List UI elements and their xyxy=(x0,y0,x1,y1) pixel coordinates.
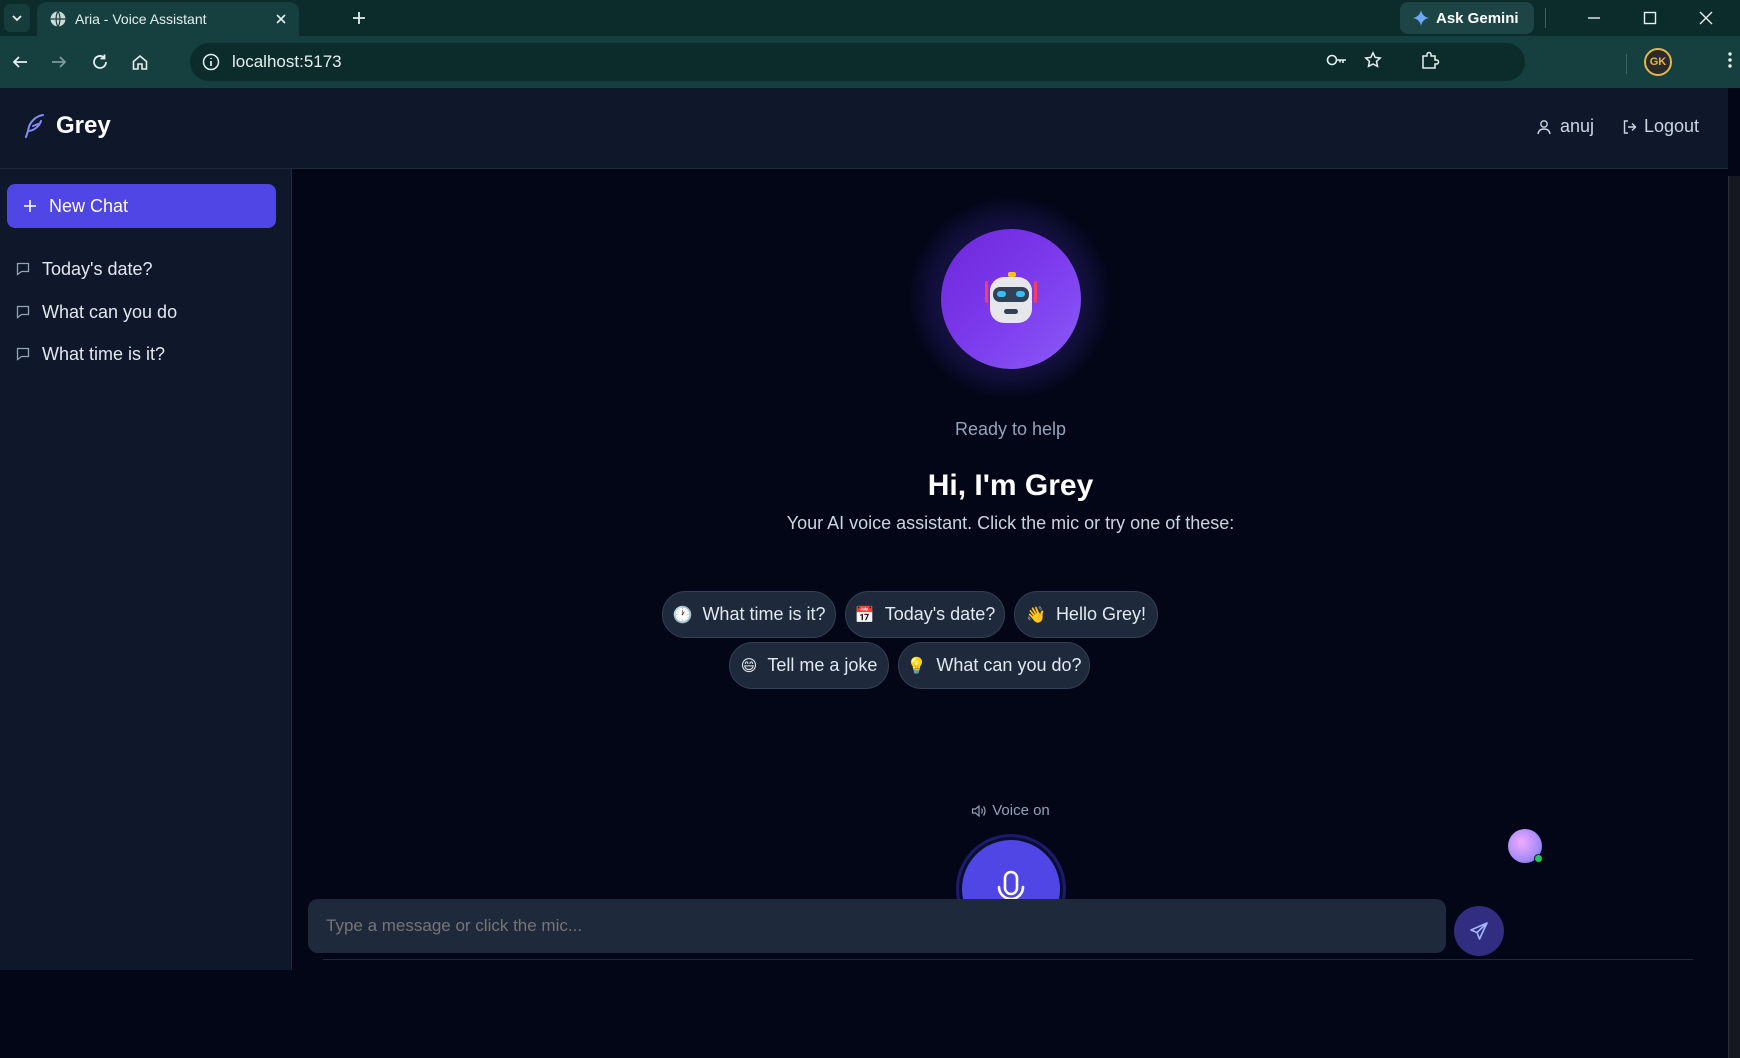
user-icon xyxy=(1537,119,1551,134)
chevron-down-icon xyxy=(12,15,22,22)
history-label: Today's date? xyxy=(42,258,153,279)
app-header: Grey anuj Logout xyxy=(0,88,1728,169)
reload-icon xyxy=(93,54,107,69)
suggestion-chip[interactable]: 💡 What can you do? xyxy=(898,642,1090,689)
feather-pen-icon xyxy=(25,114,44,138)
url-text: localhost:5173 xyxy=(232,52,342,71)
window-close-button[interactable] xyxy=(1678,0,1734,36)
sidebar-history-item[interactable]: What can you do xyxy=(16,295,276,329)
forward-button[interactable] xyxy=(45,48,73,76)
browser-menu-button[interactable] xyxy=(1716,46,1740,74)
app-root: Grey anuj Logout New Chat Today's date? … xyxy=(0,88,1740,1058)
tab-close-button[interactable] xyxy=(269,7,293,31)
maximize-button[interactable] xyxy=(1622,0,1678,36)
toolbar-divider xyxy=(1626,54,1627,74)
speaker-icon xyxy=(972,804,986,817)
greeting-heading: Hi, I'm Grey xyxy=(927,469,1094,502)
site-info-icon xyxy=(202,53,220,71)
ask-gemini-label: Ask Gemini xyxy=(1436,9,1519,27)
assistant-avatar xyxy=(941,229,1081,369)
puzzle-icon xyxy=(1422,51,1440,69)
robot-icon xyxy=(985,272,1037,323)
password-manager-button[interactable] xyxy=(1323,46,1351,74)
clock-icon: 🕐 xyxy=(672,606,693,624)
plus-icon xyxy=(353,12,365,24)
suggestion-label: Today's date? xyxy=(884,604,996,624)
brand-name: Grey xyxy=(56,112,111,139)
send-icon xyxy=(1470,922,1488,940)
lightbulb-icon: 💡 xyxy=(906,657,927,675)
minimize-button[interactable] xyxy=(1566,0,1622,36)
suggestion-chip[interactable]: 👋 Hello Grey! xyxy=(1014,591,1158,638)
home-icon xyxy=(132,54,148,70)
arrow-right-icon xyxy=(52,56,67,68)
key-icon xyxy=(1326,54,1346,66)
home-button[interactable] xyxy=(126,48,154,76)
extensions-button[interactable] xyxy=(1416,46,1444,74)
sidebar: New Chat Today's date? What can you do W… xyxy=(0,169,292,970)
profile-avatar[interactable]: GK xyxy=(1644,48,1672,76)
new-tab-button[interactable] xyxy=(346,5,372,31)
suggestion-label: What can you do? xyxy=(936,655,1082,675)
reload-button[interactable] xyxy=(86,48,114,76)
arrow-left-icon xyxy=(12,56,27,68)
plus-icon xyxy=(24,200,36,212)
smiley-icon: 😄 xyxy=(740,657,758,675)
back-button[interactable] xyxy=(6,48,34,76)
chat-bubble-icon xyxy=(16,305,30,319)
tab-title: Aria - Voice Assistant xyxy=(75,11,207,27)
calendar-icon: 📅 xyxy=(854,606,875,624)
history-label: What time is it? xyxy=(42,343,166,364)
suggestion-label: Tell me a joke xyxy=(767,655,878,675)
message-input-field[interactable] xyxy=(326,916,1446,936)
floating-assistant-avatar[interactable] xyxy=(1508,829,1543,863)
online-status-dot xyxy=(1534,854,1543,863)
voice-toggle[interactable]: Voice on xyxy=(293,802,1728,819)
browser-side-panel-edge xyxy=(1728,176,1740,1058)
globe-icon xyxy=(50,11,66,27)
username: anuj xyxy=(1560,116,1595,136)
minimize-icon xyxy=(1588,17,1600,19)
browser-tab-strip: Aria - Voice Assistant Ask Gemini xyxy=(0,0,1740,36)
sidebar-history-item[interactable]: Today's date? xyxy=(16,252,276,286)
voice-label: Voice on xyxy=(992,802,1050,819)
logout-icon xyxy=(1623,119,1637,134)
close-icon xyxy=(276,14,286,24)
message-input[interactable] xyxy=(308,899,1446,953)
browser-tab[interactable]: Aria - Voice Assistant xyxy=(37,2,299,36)
suggestion-chip[interactable]: 🕐 What time is it? xyxy=(662,591,836,638)
toolbar-divider xyxy=(1545,8,1546,28)
browser-toolbar: localhost:5173 GK xyxy=(0,36,1740,88)
assistant-status: Ready to help xyxy=(954,419,1067,439)
suggestion-label: What time is it? xyxy=(702,604,826,624)
new-chat-button[interactable]: New Chat xyxy=(7,184,276,228)
new-chat-label: New Chat xyxy=(49,195,129,216)
waving-hand-icon: 👋 xyxy=(1026,606,1046,624)
input-divider xyxy=(323,959,1693,960)
tab-search-button[interactable] xyxy=(4,4,30,32)
logout-label: Logout xyxy=(1644,116,1700,136)
more-vertical-icon xyxy=(1728,52,1732,68)
ask-gemini-button[interactable]: Ask Gemini xyxy=(1400,2,1534,34)
chat-bubble-icon xyxy=(16,262,30,276)
history-label: What can you do xyxy=(42,301,178,322)
bookmark-button[interactable] xyxy=(1359,46,1387,74)
sidebar-history-item[interactable]: What time is it? xyxy=(16,337,276,371)
chat-bubble-icon xyxy=(16,347,30,361)
logout-button[interactable]: Logout xyxy=(1622,116,1699,137)
brand[interactable]: Grey xyxy=(24,112,111,140)
suggestion-chip[interactable]: 😄 Tell me a joke xyxy=(729,642,889,689)
greeting-subtitle: Your AI voice assistant. Click the mic o… xyxy=(786,513,1235,533)
star-icon xyxy=(1364,51,1382,68)
send-button[interactable] xyxy=(1454,906,1504,956)
maximize-icon xyxy=(1643,11,1657,25)
suggestion-label: Hello Grey! xyxy=(1055,604,1146,624)
suggestion-chip[interactable]: 📅 Today's date? xyxy=(845,591,1005,638)
close-icon xyxy=(1699,11,1713,25)
user-menu[interactable]: anuj xyxy=(1536,116,1594,137)
gemini-sparkle-icon xyxy=(1413,10,1429,26)
